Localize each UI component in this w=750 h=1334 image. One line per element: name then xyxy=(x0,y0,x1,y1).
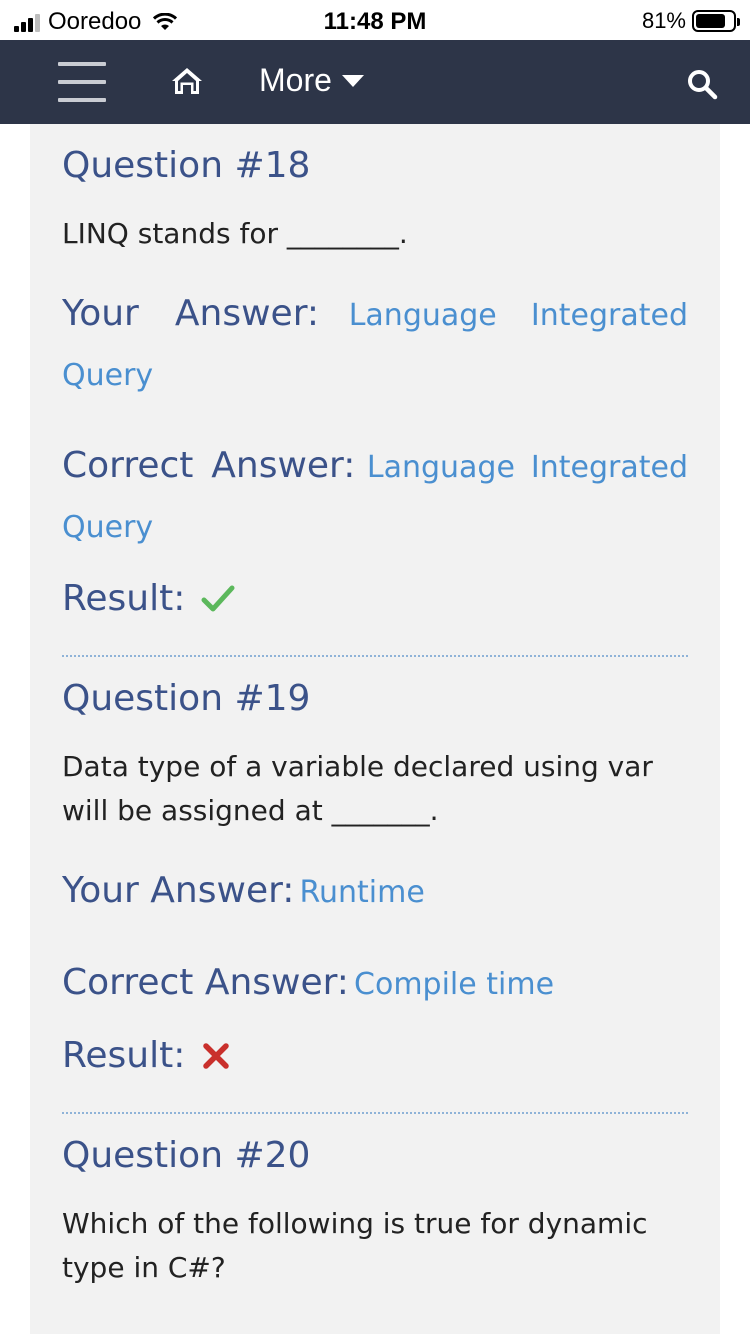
your-answer: Your Answer: Language Integrated Query xyxy=(62,286,688,408)
correct-answer-label: Correct Answer: xyxy=(62,962,349,1003)
correct-answer: Correct Answer: Compile time xyxy=(62,955,688,1017)
question-title: Question #18 xyxy=(62,145,311,186)
cross-icon xyxy=(203,1042,230,1069)
question-18: Question #18 LINQ stands for ________. Y… xyxy=(62,146,688,657)
question-title: Question #20 xyxy=(62,1135,311,1176)
question-text: Data type of a variable declared using v… xyxy=(62,750,653,827)
battery-group: 81% xyxy=(641,8,740,34)
question-20: Question #20 Which of the following is t… xyxy=(62,1136,688,1290)
result: Result: xyxy=(62,578,688,619)
carrier-name: Ooredoo xyxy=(48,8,142,35)
home-icon[interactable] xyxy=(170,64,204,98)
your-answer-value: Runtime xyxy=(299,875,425,910)
more-dropdown[interactable]: More xyxy=(259,62,364,99)
search-icon[interactable] xyxy=(686,68,718,100)
correct-answer: Correct Answer: Language Integrated Quer… xyxy=(62,438,688,560)
your-answer: Your Answer: Runtime xyxy=(62,863,688,925)
status-bar: Ooredoo 11:48 PM 81% xyxy=(0,0,750,40)
carrier-group: Ooredoo xyxy=(14,8,178,36)
correct-answer-value: Compile time xyxy=(354,967,555,1002)
signal-icon xyxy=(14,12,40,32)
battery-percent: 81% xyxy=(641,8,686,33)
menu-icon[interactable] xyxy=(58,62,110,104)
navbar: More xyxy=(0,40,750,124)
result-label: Result: xyxy=(62,578,186,619)
quiz-results: Question #18 LINQ stands for ________. Y… xyxy=(30,124,720,1334)
result-label: Result: xyxy=(62,1035,186,1076)
result: Result: xyxy=(62,1035,688,1076)
your-answer-label: Your Answer: xyxy=(62,293,319,334)
question-text: LINQ stands for ________. xyxy=(62,217,408,250)
battery-icon xyxy=(692,10,740,32)
divider xyxy=(62,1112,688,1114)
question-text: Which of the following is true for dynam… xyxy=(62,1207,648,1284)
wifi-icon xyxy=(153,13,178,30)
your-answer-label: Your Answer: xyxy=(62,870,295,911)
question-title: Question #19 xyxy=(62,678,311,719)
divider xyxy=(62,655,688,657)
more-label: More xyxy=(259,62,332,98)
correct-answer-label: Correct Answer: xyxy=(62,445,356,486)
caret-down-icon xyxy=(341,74,364,87)
check-icon xyxy=(201,585,235,611)
question-19: Question #19 Data type of a variable dec… xyxy=(62,679,688,1114)
